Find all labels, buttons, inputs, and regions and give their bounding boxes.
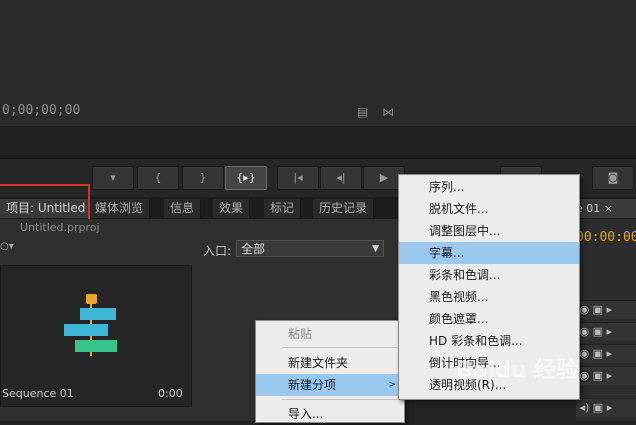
film-icon[interactable]: ▤	[357, 105, 368, 119]
track-row[interactable]: ◉ ▣ ▸	[576, 322, 636, 341]
track-row[interactable]: ◉ ▣ ▸	[576, 366, 636, 385]
camera-icon[interactable]: ◙	[592, 166, 634, 190]
tab-effects[interactable]: 效果	[213, 199, 251, 218]
marker-icon[interactable]: ▾	[92, 166, 134, 190]
menu-separator	[282, 347, 400, 348]
tab-media-browser[interactable]: 媒体浏览	[89, 199, 151, 218]
monitor-divider	[0, 126, 636, 158]
sequence-timecode[interactable]: 00:00:00	[576, 230, 636, 245]
entry-label: 入口:	[203, 244, 232, 258]
sequence-duration: 0:00	[158, 387, 183, 400]
menu-item-adjustment-layer[interactable]: 调整图层中...	[399, 220, 579, 242]
tab-history[interactable]: 历史记录	[313, 199, 375, 218]
waveform-icon[interactable]: ⋈	[382, 105, 394, 119]
search-icon[interactable]: ○▾	[0, 241, 18, 255]
watermark-logo: Baidu 经验	[456, 358, 579, 383]
menu-item-hd-bars-and-tone[interactable]: HD 彩条和色调...	[399, 330, 579, 352]
submenu-arrow-icon: >	[388, 380, 396, 390]
in-point-icon[interactable]: {	[137, 166, 179, 190]
monitor-timecode[interactable]: 0;00;00;00	[2, 103, 80, 118]
play-back-icon[interactable]: ◂|	[320, 166, 362, 190]
menu-item-title[interactable]: 字幕...	[399, 242, 579, 264]
chevron-down-icon: ▼	[372, 244, 379, 254]
menu-item-new-item[interactable]: 新建分项 >	[256, 374, 404, 396]
menu-item-new-item-label: 新建分项	[288, 378, 337, 392]
menu-item-paste[interactable]: 粘贴	[256, 323, 404, 345]
go-to-in-out-icon[interactable]: {▸}	[225, 166, 267, 190]
menu-item-bars-and-tone[interactable]: 彩条和色调...	[399, 264, 579, 286]
menu-item-sequence[interactable]: 序列...	[399, 176, 579, 198]
track-row[interactable]: ◉ ▣ ▸	[576, 300, 636, 319]
menu-item-new-folder[interactable]: 新建文件夹	[256, 352, 404, 374]
timeline-panel	[576, 219, 636, 421]
menu-item-black-video[interactable]: 黑色视频...	[399, 286, 579, 308]
tab-markers[interactable]: 标记	[264, 199, 302, 218]
menu-item-color-matte[interactable]: 颜色遮罩...	[399, 308, 579, 330]
tab-info[interactable]: 信息	[164, 199, 202, 218]
entry-select-value: 全部	[241, 242, 266, 256]
sequence-name: Sequence 01	[2, 387, 74, 400]
project-filename: Untitled.prproj	[20, 221, 100, 234]
sequence-icon	[64, 294, 117, 356]
program-monitor	[0, 0, 636, 126]
track-row[interactable]: ◂) ▣ ▸	[576, 398, 636, 417]
track-row[interactable]: ◉ ▣ ▸	[576, 344, 636, 363]
menu-item-offline-file[interactable]: 脱机文件...	[399, 198, 579, 220]
step-back-icon[interactable]: |◂	[277, 166, 319, 190]
context-menu: 粘贴 新建文件夹 新建分项 > 导入...	[255, 320, 405, 423]
out-point-icon[interactable]: }	[182, 166, 224, 190]
menu-separator	[282, 399, 400, 400]
sequence-thumbnail[interactable]	[0, 265, 192, 407]
entry-select[interactable]: 全部 ▼	[236, 240, 384, 257]
menu-item-import[interactable]: 导入...	[256, 403, 404, 425]
